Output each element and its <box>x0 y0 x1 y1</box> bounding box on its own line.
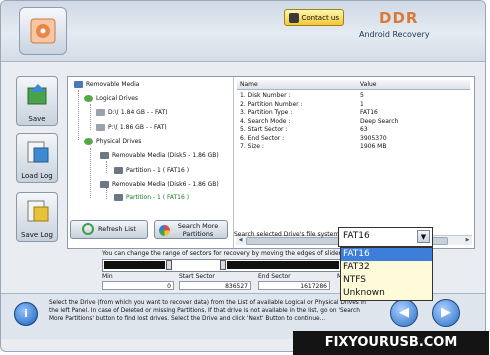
instructions-text: Select the Drive (from which you want to… <box>49 300 366 322</box>
properties-header: Name Value <box>237 80 470 90</box>
back-arrow-icon: ◀ <box>399 305 409 320</box>
brand-name: DDR <box>379 9 419 27</box>
header: Contact us DDR Android Recovery <box>1 1 485 62</box>
filesystem-option[interactable]: FAT32 <box>341 261 432 274</box>
drive-icon <box>96 109 105 116</box>
filesystem-option[interactable]: NTFS <box>341 274 432 287</box>
property-name: 5. Start Sector : <box>240 126 288 133</box>
tree-disk5[interactable]: Removable Media (Disk5 - 1.86 GB) <box>100 152 219 159</box>
person-icon <box>289 13 299 23</box>
save-icon <box>27 84 47 105</box>
computer-icon <box>74 81 83 88</box>
save-log-button[interactable]: Save Log <box>16 192 58 242</box>
disk-logo-icon <box>30 18 56 44</box>
range-hint: You can change the range of sectors for … <box>102 250 380 257</box>
column-value-header: Value <box>360 81 377 88</box>
search-more-partitions-button[interactable]: Search More Partitions <box>154 220 228 239</box>
property-value: FAT16 <box>360 109 378 116</box>
tree-disk6-partition[interactable]: Partition - 1 ( FAT16 ) <box>114 194 189 201</box>
app-logo <box>19 7 67 55</box>
property-value: 5 <box>360 92 364 99</box>
column-name-header: Name <box>240 81 258 88</box>
save-label: Save <box>28 115 46 123</box>
removable-disk-icon <box>100 152 109 159</box>
logical-drives-icon <box>84 95 93 102</box>
info-icon: i <box>14 302 38 326</box>
tree-drive-p[interactable]: P:\( 1.86 GB - - FAT) <box>96 124 167 131</box>
property-value: 1 <box>360 100 364 108</box>
load-log-icon <box>27 141 49 163</box>
refresh-list-button[interactable]: Refresh List <box>70 220 148 239</box>
drive-icon <box>96 124 105 131</box>
save-button[interactable]: Save <box>16 76 58 126</box>
property-name: 2. Partition Number : <box>240 100 303 108</box>
physical-drives-icon <box>84 138 93 145</box>
partition-icon <box>114 194 123 201</box>
slider-excluded-right <box>227 261 339 269</box>
contact-us-label: Contact us <box>301 14 339 22</box>
load-log-button[interactable]: Load Log <box>16 133 58 183</box>
back-button[interactable]: ◀ <box>390 299 418 327</box>
refresh-icon <box>82 223 94 235</box>
filesystem-option[interactable]: Unknown <box>341 287 432 300</box>
tree-disk5-partition[interactable]: Partition - 1 ( FAT16 ) <box>114 167 189 174</box>
end-sector-value[interactable]: 1617286 <box>258 281 330 290</box>
end-sector-label: End Sector <box>258 273 291 280</box>
filesystem-prompt: Search selected Drive's file system as <box>234 231 348 238</box>
start-sector-value[interactable]: 836527 <box>179 281 251 290</box>
property-value: Deep Search <box>360 117 399 125</box>
tree-logical-drives[interactable]: Logical Drives <box>84 95 138 102</box>
filesystem-selected: FAT16 <box>343 231 370 241</box>
property-name: 3. Partition Type : <box>240 109 293 116</box>
filesystem-option[interactable]: FAT16 <box>341 248 432 261</box>
removable-disk-icon <box>100 181 109 188</box>
partition-chart-icon <box>159 225 170 236</box>
watermark: FIXYOURUSB.COM <box>293 331 489 355</box>
slider-excluded-left <box>104 261 165 269</box>
min-label: Min <box>102 273 113 280</box>
sector-range-slider[interactable] <box>102 259 342 272</box>
scroll-right-icon[interactable]: ▶ <box>464 237 471 243</box>
property-name: 1. Disk Number : <box>240 92 291 99</box>
tree-drive-d[interactable]: D:\( 1.84 GB - - FAT) <box>96 109 168 116</box>
filesystem-options: FAT16 FAT32 NTFS Unknown <box>340 247 433 301</box>
tree-disk6[interactable]: Removable Media (Disk6 - 1.86 GB) <box>100 181 219 188</box>
chevron-down-icon[interactable]: ▼ <box>417 230 430 243</box>
min-value: 0 <box>102 281 174 290</box>
save-log-label: Save Log <box>21 231 53 239</box>
start-sector-label: Start Sector <box>179 273 215 280</box>
next-button[interactable]: ▶ <box>432 299 460 327</box>
tree-physical-drives[interactable]: Physical Drives <box>84 138 141 145</box>
load-log-label: Load Log <box>21 172 53 180</box>
property-name: 7. Size : <box>240 143 264 150</box>
tree-removable-media[interactable]: Removable Media <box>74 81 139 88</box>
slider-end-handle[interactable] <box>220 260 226 270</box>
property-value: 1906 MB <box>360 143 387 150</box>
next-arrow-icon: ▶ <box>441 305 451 320</box>
properties-table: Name Value 1. Disk Number : 5 2. Partition… <box>237 80 470 243</box>
filesystem-select[interactable]: FAT16 ▼ <box>338 227 433 247</box>
slider-start-handle[interactable] <box>166 260 172 270</box>
product-name: Android Recovery <box>359 30 430 39</box>
property-value: 3905370 <box>360 134 387 142</box>
partition-icon <box>114 167 123 174</box>
property-name: 4. Search Mode : <box>240 117 291 125</box>
property-value: 63 <box>360 126 368 133</box>
save-log-icon <box>27 200 49 222</box>
property-name: 6. End Sector : <box>240 134 285 142</box>
contact-us-button[interactable]: Contact us <box>284 9 344 26</box>
